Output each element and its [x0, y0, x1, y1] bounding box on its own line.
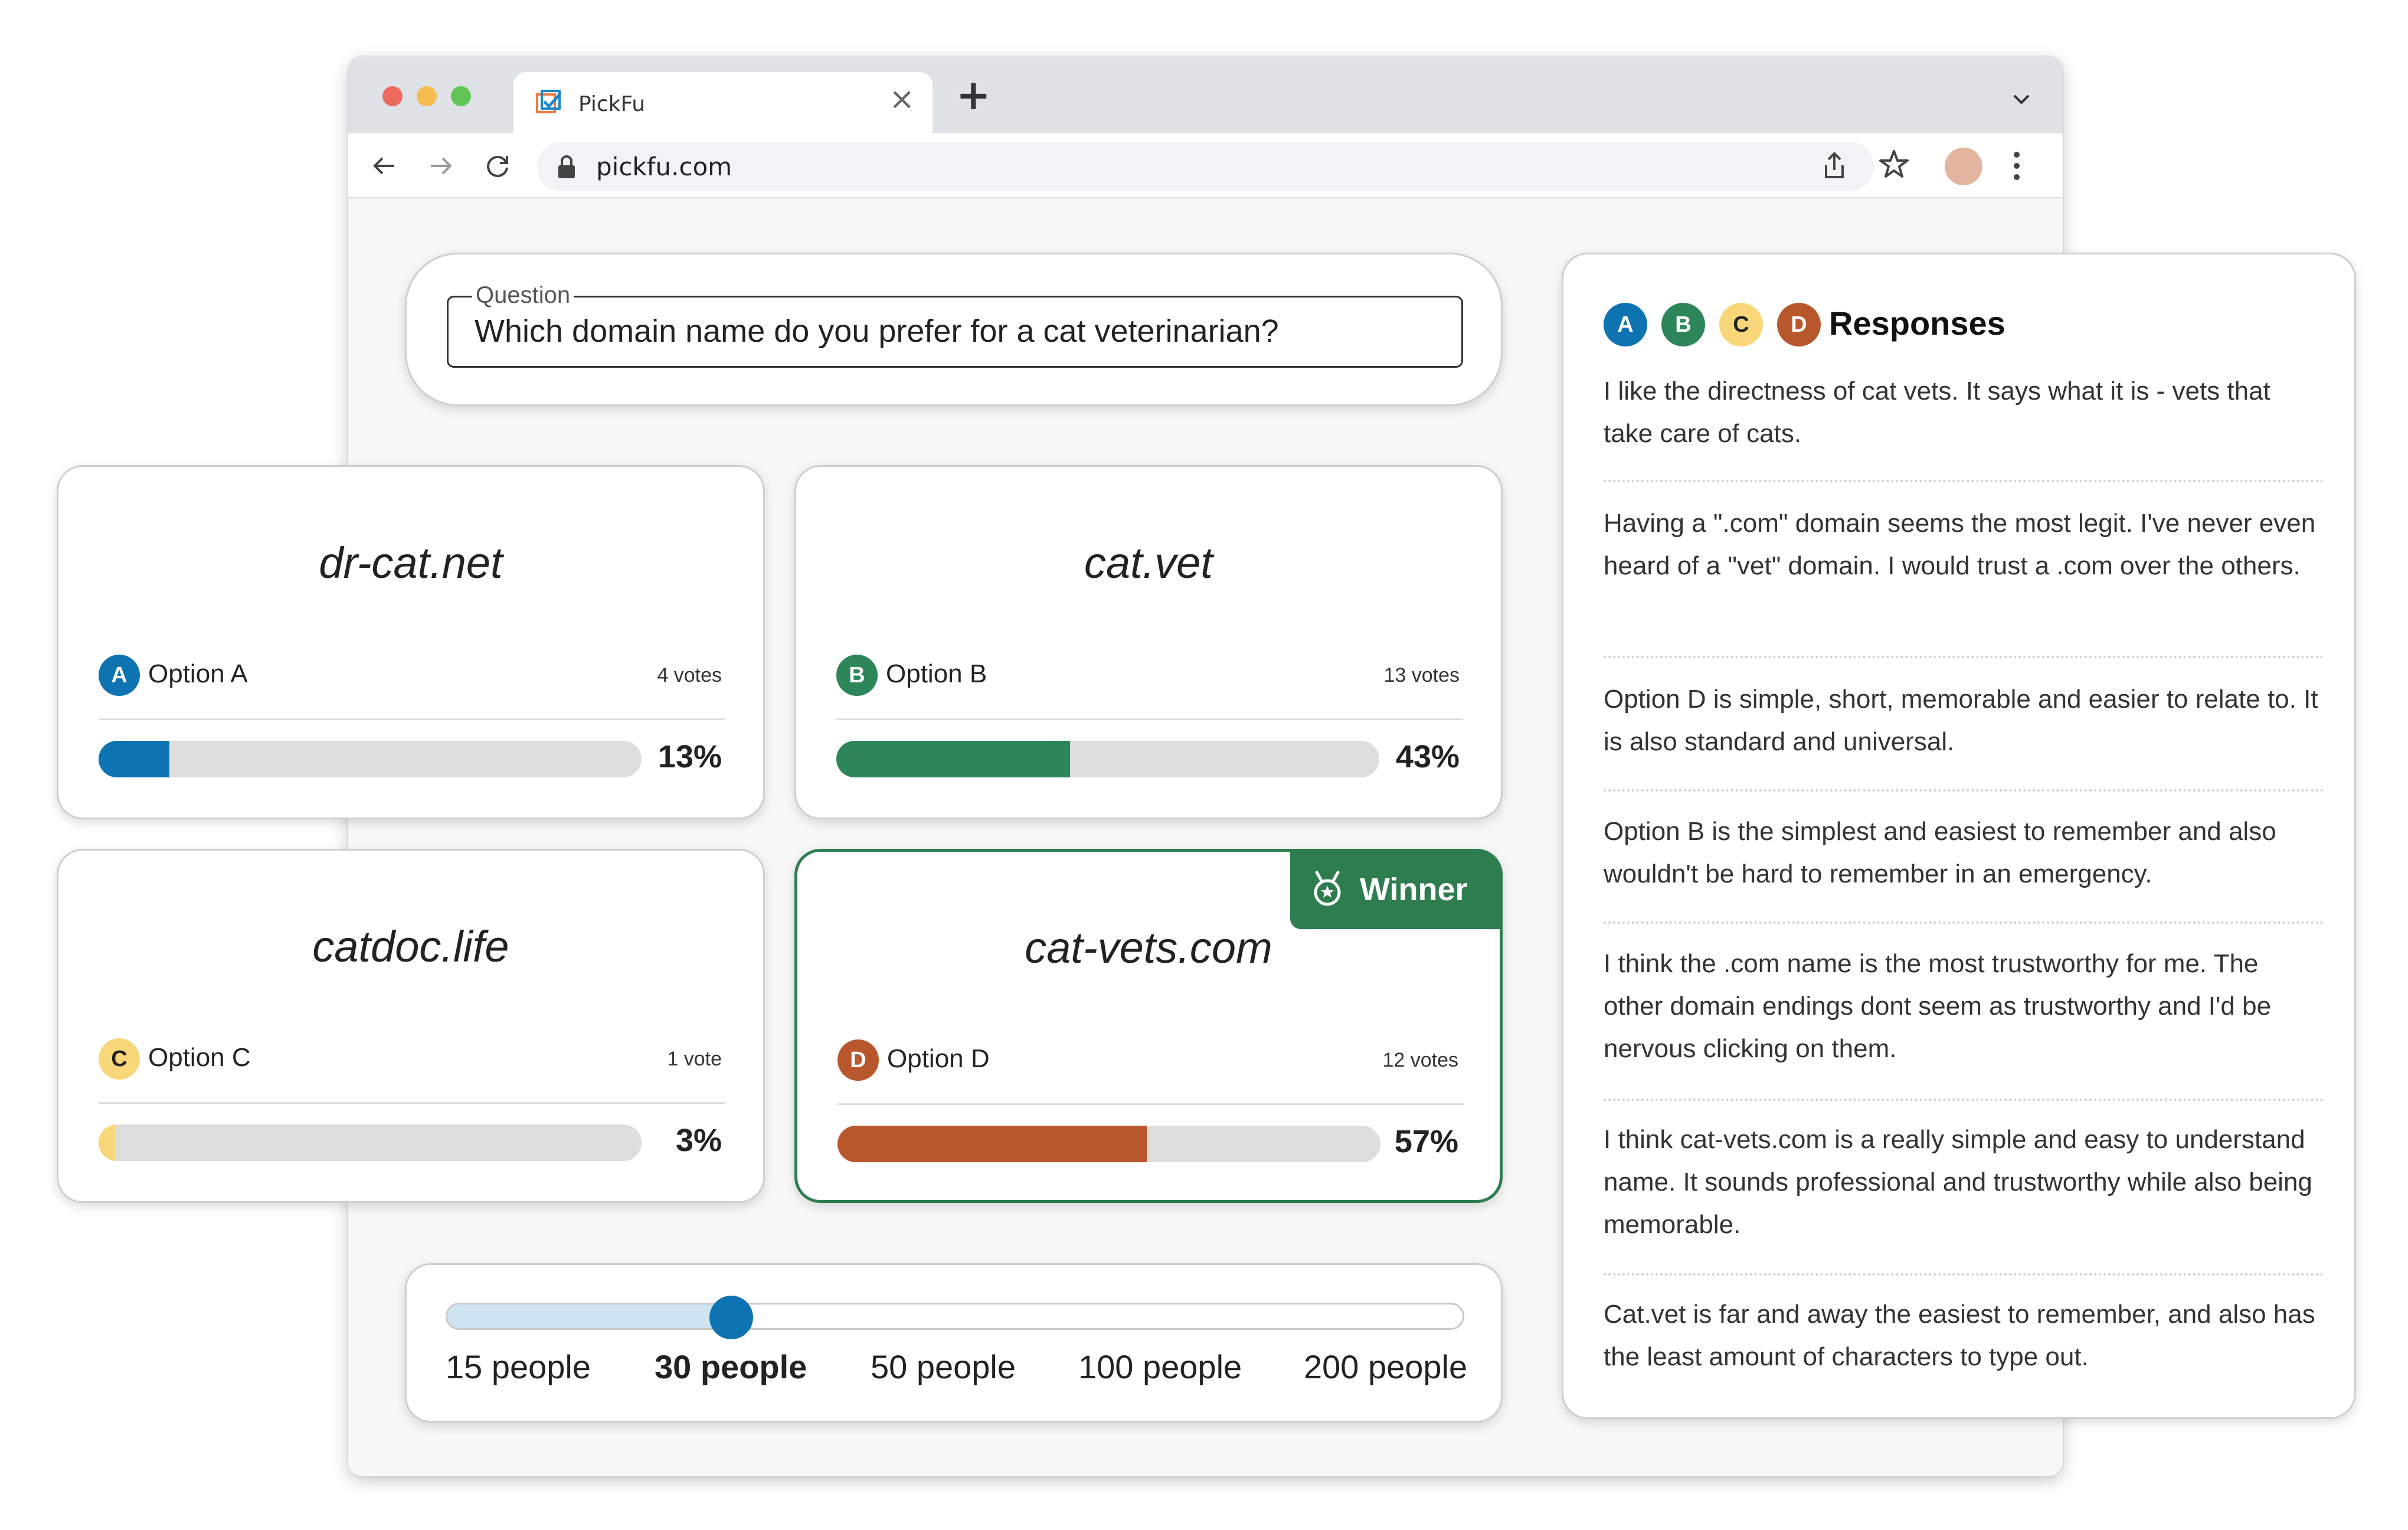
star-icon[interactable] [1877, 148, 1911, 182]
response-item: Cat.vet is far and away the easiest to r… [1604, 1300, 2315, 1371]
back-arrow-icon[interactable] [368, 150, 400, 182]
plus-icon[interactable]: + [956, 74, 991, 116]
divider [836, 718, 1463, 720]
option-label: Option D [887, 1044, 990, 1073]
response-item: Option D is simple, short, memorable and… [1604, 685, 2318, 756]
divider [1604, 921, 2324, 924]
result-bar [837, 1126, 1380, 1162]
response-item: Option B is the simplest and easiest to … [1604, 817, 2276, 888]
url-text: pickfu.com [596, 152, 732, 181]
percent-label: 57% [1394, 1124, 1458, 1159]
percent-label: 13% [657, 739, 722, 774]
result-bar-fill [837, 1126, 1147, 1162]
medal-icon [1314, 870, 1341, 906]
divider [1604, 656, 2324, 658]
close-icon[interactable]: × [889, 84, 915, 115]
kebab-menu-icon[interactable] [2008, 149, 2026, 183]
maximize-window-button[interactable] [451, 86, 471, 106]
vote-count: 1 vote [667, 1048, 722, 1070]
winner-label: Winner [1360, 872, 1468, 907]
option-label: Option C [148, 1043, 251, 1072]
question-label: Question [472, 282, 574, 309]
address-bar[interactable]: pickfu.com [537, 142, 1874, 191]
sample-option-30[interactable]: 30 people [655, 1348, 807, 1386]
sample-option-15[interactable]: 15 people [446, 1348, 591, 1386]
sample-option-100[interactable]: 100 people [1078, 1348, 1242, 1386]
browser-toolbar: pickfu.com [348, 133, 2063, 198]
option-letter-badge: A [1604, 303, 1647, 346]
tab-title: PickFu [578, 92, 646, 116]
percent-label: 43% [1395, 739, 1460, 774]
minimize-window-button[interactable] [417, 86, 437, 106]
result-bar [99, 741, 642, 777]
result-bar [99, 1124, 642, 1161]
close-window-button[interactable] [382, 86, 403, 106]
result-bar-fill [99, 741, 169, 777]
option-letter-badge: C [1719, 303, 1763, 346]
question-card: Question Which domain name do you prefer… [405, 253, 1503, 406]
option-letter-badge: B [1661, 303, 1705, 346]
slider-fill [447, 1305, 737, 1328]
browser-tab[interactable]: PickFu × [513, 72, 933, 137]
divider [99, 1102, 725, 1104]
divider [1604, 789, 2324, 792]
chevron-down-icon[interactable] [2010, 87, 2033, 111]
option-domain: cat-vets.com [1025, 923, 1272, 972]
tab-strip: PickFu × + [348, 57, 2063, 137]
responses-title: Responses [1829, 305, 2005, 342]
result-bar-fill [836, 741, 1070, 777]
option-card-d[interactable]: Winner cat-vets.com D Option D 12 votes … [794, 849, 1503, 1203]
response-item: I like the directness of cat vets. It sa… [1604, 377, 2270, 448]
divider [1604, 1099, 2324, 1101]
option-card-c[interactable]: catdoc.life C Option C 1 vote 3% [57, 849, 765, 1203]
responses-panel: A B C D Responses I like the directness … [1562, 253, 2356, 1419]
vote-count: 13 votes [1383, 664, 1460, 686]
option-card-b[interactable]: cat.vet B Option B 13 votes 43% [794, 465, 1503, 819]
option-letter-badge: B [836, 655, 878, 696]
vote-count: 4 votes [657, 664, 722, 686]
option-label: Option A [148, 659, 248, 688]
result-bar [836, 741, 1379, 777]
option-letter-badge: D [1777, 303, 1821, 346]
option-letter-badge: C [99, 1038, 140, 1080]
sample-size-slider-card: 15 people 30 people 50 people 100 people… [405, 1263, 1503, 1423]
option-domain: cat.vet [1084, 538, 1213, 587]
lock-icon [558, 155, 575, 178]
option-domain: dr-cat.net [319, 538, 503, 587]
question-text: Which domain name do you prefer for a ca… [475, 313, 1279, 349]
result-bar-fill [99, 1124, 115, 1161]
slider-thumb[interactable] [709, 1296, 753, 1339]
winner-badge: Winner [1290, 849, 1503, 929]
pickfu-favicon-icon [536, 90, 562, 113]
vote-count: 12 votes [1382, 1049, 1458, 1071]
option-letter-badge: D [837, 1039, 879, 1081]
sample-option-200[interactable]: 200 people [1304, 1348, 1467, 1386]
avatar[interactable] [1945, 148, 1982, 185]
question-field[interactable]: Question Which domain name do you prefer… [447, 282, 1463, 368]
option-label: Option B [886, 659, 987, 688]
response-item: I think the .com name is the most trustw… [1604, 949, 2272, 1063]
sample-option-50[interactable]: 50 people [871, 1348, 1016, 1386]
divider [837, 1103, 1464, 1105]
sample-size-slider[interactable] [446, 1303, 1464, 1330]
option-domain: catdoc.life [312, 922, 509, 971]
forward-arrow-icon[interactable] [425, 150, 457, 182]
response-item: Having a ".com" domain seems the most le… [1604, 509, 2316, 580]
percent-label: 3% [675, 1123, 722, 1158]
divider [99, 718, 725, 720]
divider [1604, 480, 2324, 482]
reload-icon[interactable] [482, 150, 513, 182]
share-icon[interactable] [1818, 149, 1851, 182]
option-letter-badge: A [99, 655, 140, 696]
divider [1604, 1273, 2324, 1276]
option-card-a[interactable]: dr-cat.net A Option A 4 votes 13% [57, 465, 765, 819]
response-item: I think cat-vets.com is a really simple … [1604, 1125, 2312, 1239]
